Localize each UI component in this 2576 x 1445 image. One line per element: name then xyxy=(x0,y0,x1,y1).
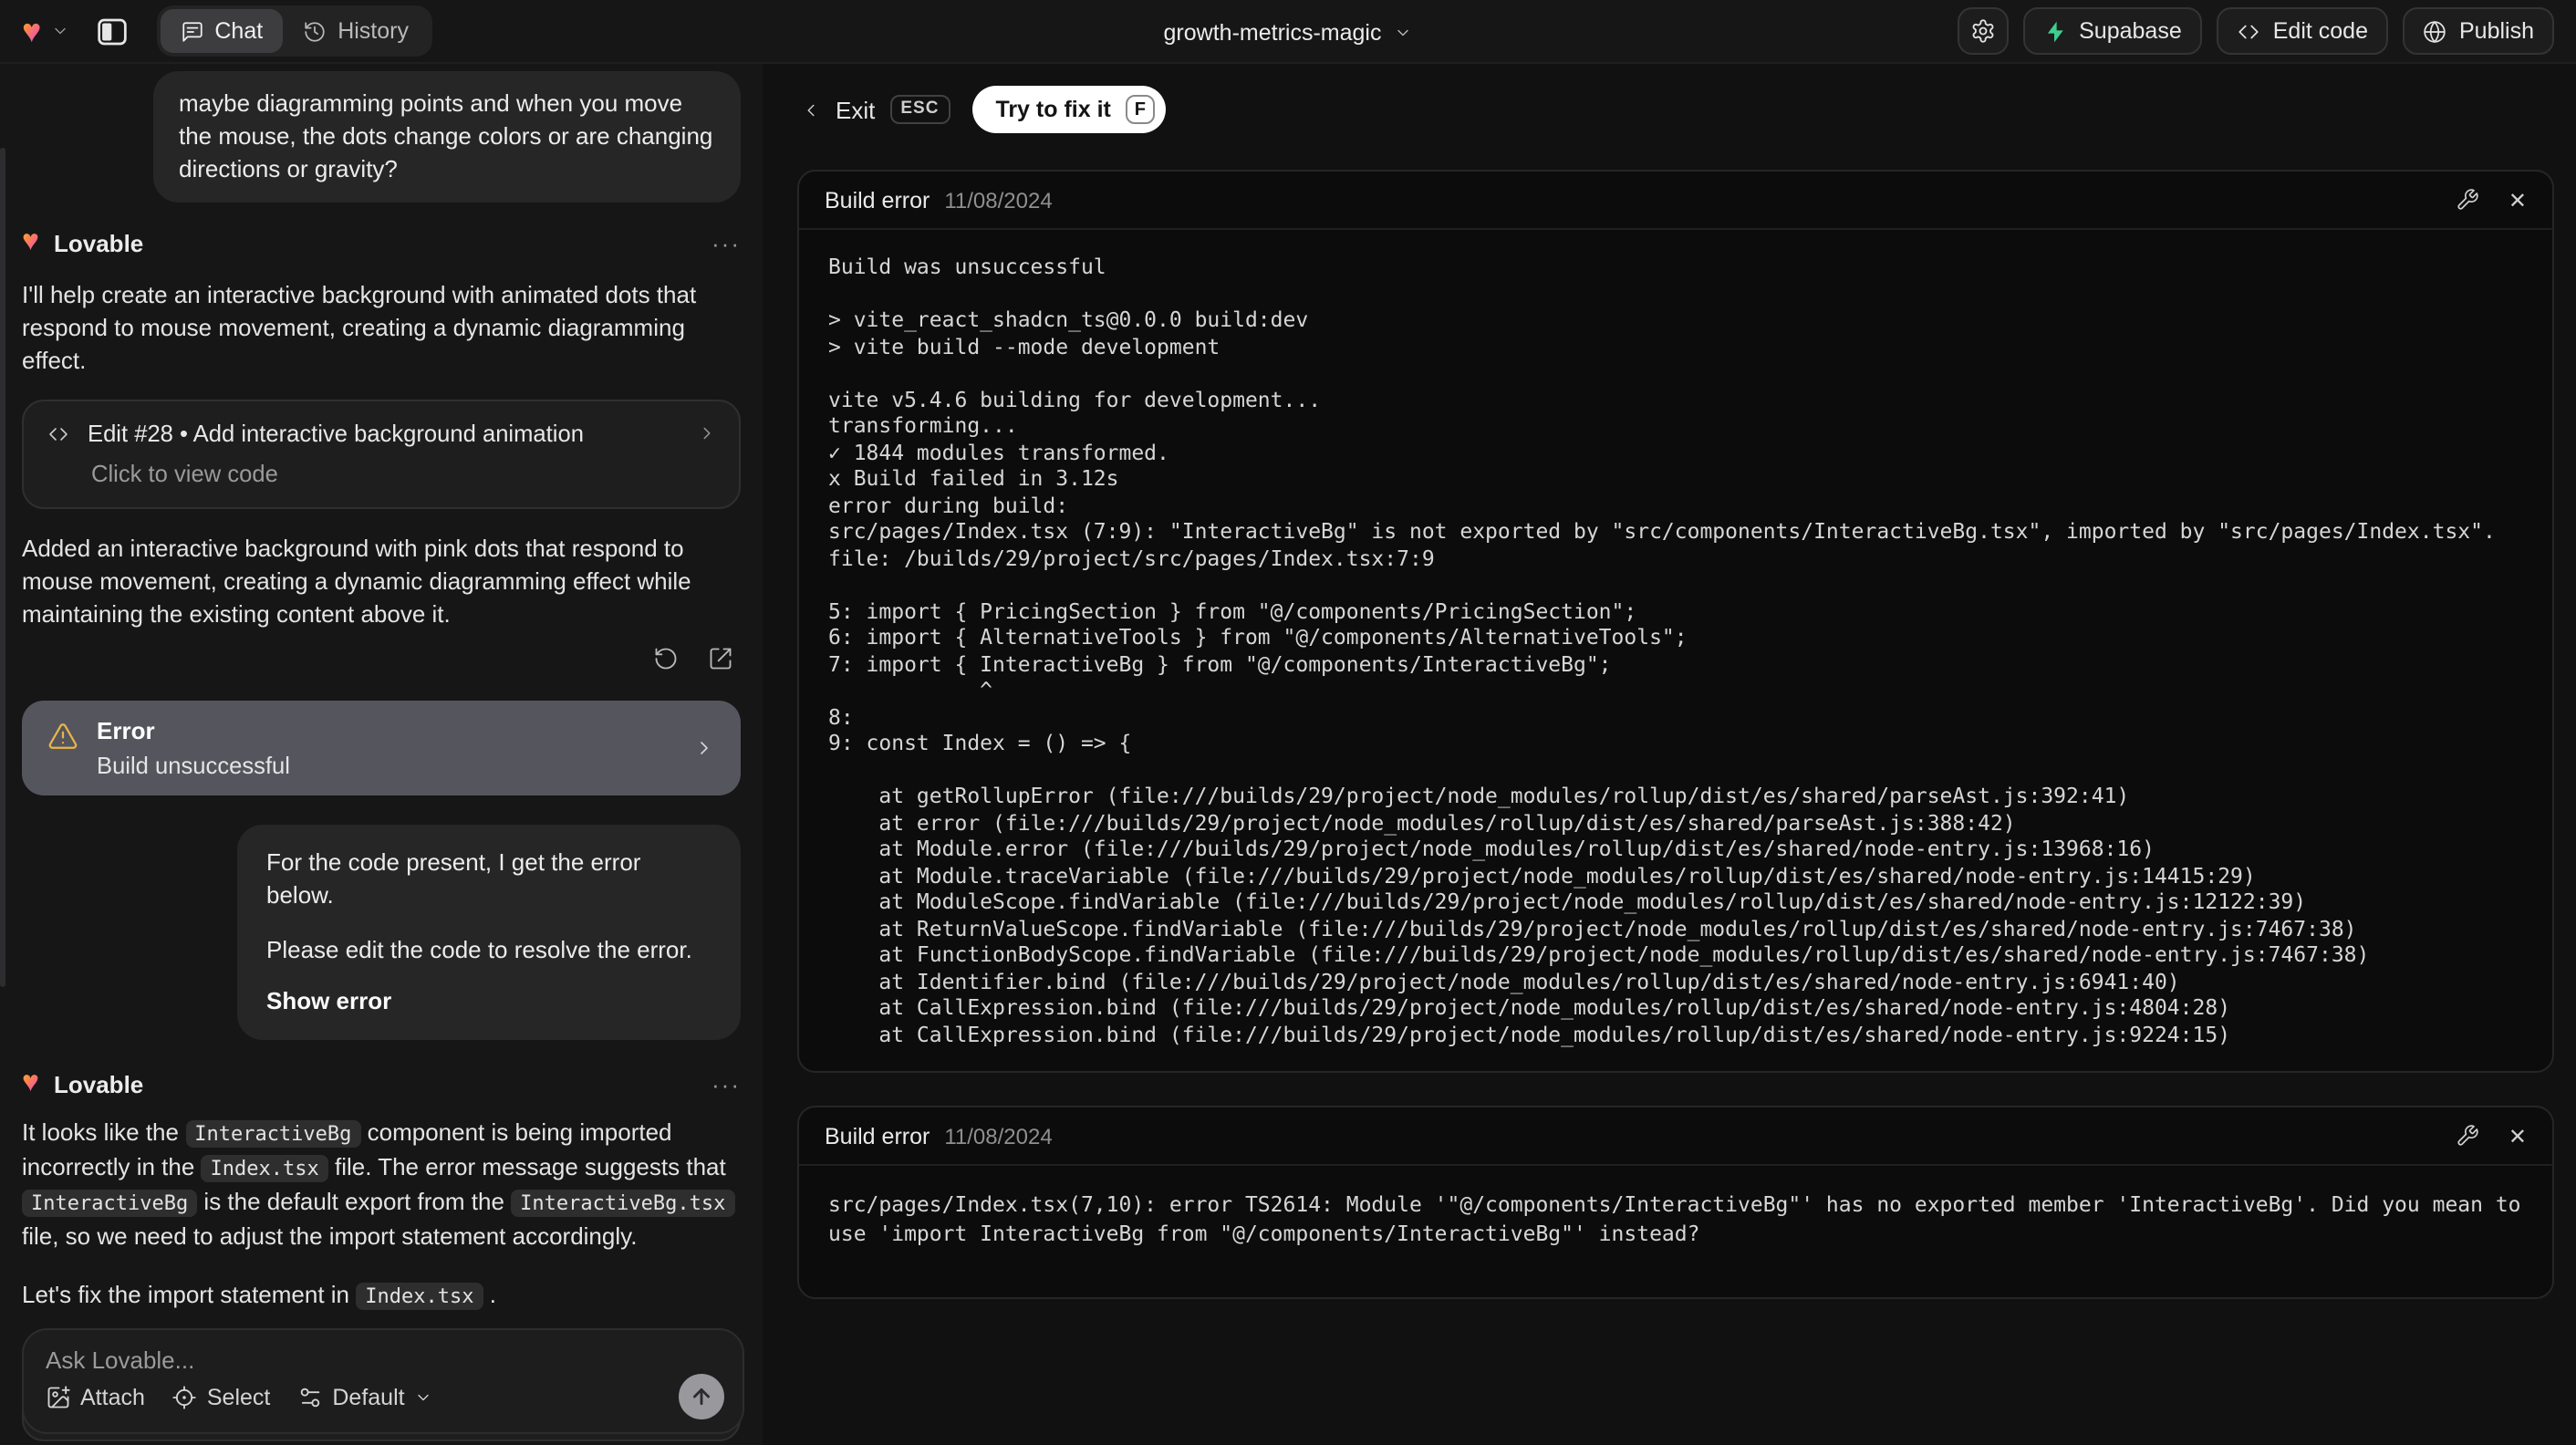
code-brackets-icon xyxy=(46,422,71,444)
chat-history-tabs: Chat History xyxy=(156,5,432,57)
message-menu-button[interactable]: ··· xyxy=(712,229,741,256)
chat-composer: Ask Lovable... Attach Select Default xyxy=(22,1328,744,1434)
chevron-down-icon xyxy=(414,1388,432,1406)
globe-icon xyxy=(2423,19,2446,43)
assistant-explanation-text: It looks like the InteractiveBg componen… xyxy=(22,1117,741,1253)
f-key-badge: F xyxy=(1125,95,1155,124)
composer-toolbar: Attach Select Default xyxy=(46,1374,724,1419)
panel-header: Build error 11/08/2024 ✕ xyxy=(799,1107,2552,1166)
edit-code-button[interactable]: Edit code xyxy=(2216,7,2388,55)
chevron-right-icon xyxy=(697,423,717,443)
assistant-fix-text: Let's fix the import statement in Index.… xyxy=(22,1281,496,1310)
edit-28-card[interactable]: Edit #28 • Add interactive background an… xyxy=(22,400,741,509)
chevron-right-icon xyxy=(693,737,715,759)
assistant-header: ♥ Lovable ··· xyxy=(22,1067,741,1098)
arrow-up-icon xyxy=(690,1385,713,1409)
publish-button[interactable]: Publish xyxy=(2403,7,2554,55)
build-error-panel-1: Build error 11/08/2024 ✕ Build was unsuc… xyxy=(797,170,2554,1073)
supabase-bolt-icon xyxy=(2042,19,2066,43)
tab-history[interactable]: History xyxy=(283,9,429,53)
sliders-icon xyxy=(297,1384,323,1409)
topbar: ♥ Chat History growth-metrics-magic Supa… xyxy=(0,0,2576,64)
user-message: For the code present, I get the error be… xyxy=(237,825,741,1040)
error-card-title: Error xyxy=(97,717,155,744)
history-clock-icon xyxy=(303,19,327,43)
image-plus-icon xyxy=(46,1384,71,1409)
esc-key-badge: ESC xyxy=(889,94,950,125)
build-log: src/pages/Index.tsx(7,10): error TS2614:… xyxy=(828,1191,2521,1246)
assistant-summary-text: Added an interactive background with pin… xyxy=(22,535,691,628)
edit-card-subtitle: Click to view code xyxy=(91,460,278,487)
lovable-avatar-heart-icon: ♥ xyxy=(22,226,39,257)
mode-default-dropdown[interactable]: Default xyxy=(297,1384,431,1409)
message-menu-button[interactable]: ··· xyxy=(712,1070,741,1097)
error-fix-bar: Exit ESC Try to fix it F xyxy=(797,84,2554,135)
close-icon[interactable]: ✕ xyxy=(2508,1123,2527,1149)
tab-chat[interactable]: Chat xyxy=(160,9,284,53)
sidebar-toggle-button[interactable] xyxy=(87,7,138,55)
panel-body: Build was unsuccessful > vite_react_shad… xyxy=(799,230,2552,1071)
build-log: Build was unsuccessful > vite_react_shad… xyxy=(828,254,2496,1046)
show-error-link[interactable]: Show error xyxy=(266,985,712,1018)
settings-button[interactable] xyxy=(1957,7,2009,55)
project-name[interactable]: growth-metrics-magic xyxy=(1164,19,1382,45)
panel-left-icon xyxy=(97,17,128,45)
topbar-actions: Supabase Edit code Publish xyxy=(1957,7,2554,55)
close-icon[interactable]: ✕ xyxy=(2508,187,2527,213)
attach-button[interactable]: Attach xyxy=(46,1384,145,1409)
project-chevron-down-icon[interactable] xyxy=(1394,23,1412,41)
message-actions xyxy=(22,646,741,671)
exit-button[interactable]: Exit ESC xyxy=(801,94,950,125)
logo-chevron-down-icon[interactable] xyxy=(50,22,68,40)
panel-title: Build error xyxy=(825,1123,930,1149)
user-message: maybe diagramming points and when you mo… xyxy=(153,71,741,203)
error-card-subtitle: Build unsuccessful xyxy=(97,752,290,779)
edit-card-title: Edit #28 • Add interactive background an… xyxy=(88,420,584,447)
try-to-fix-button[interactable]: Try to fix it F xyxy=(971,86,1166,133)
app-window: ♥ Chat History growth-metrics-magic Supa… xyxy=(0,0,2576,1445)
open-external-link-icon[interactable] xyxy=(708,646,733,671)
panel-title: Build error xyxy=(825,187,930,213)
lovable-avatar-heart-icon: ♥ xyxy=(22,1067,39,1098)
build-error-panel-2: Build error 11/08/2024 ✕ src/pages/Index… xyxy=(797,1106,2554,1299)
chat-bubble-icon xyxy=(180,19,203,43)
assistant-name: Lovable xyxy=(54,229,144,256)
warning-triangle-icon xyxy=(47,721,78,752)
fix-wrench-icon[interactable] xyxy=(2456,188,2479,212)
chat-input[interactable]: Ask Lovable... xyxy=(46,1346,721,1374)
panel-header: Build error 11/08/2024 ✕ xyxy=(799,172,2552,230)
restore-rotate-ccw-icon[interactable] xyxy=(653,646,679,671)
lovable-logo-heart-icon[interactable]: ♥ xyxy=(22,15,41,47)
panel-date: 11/08/2024 xyxy=(944,1123,1053,1149)
assistant-name: Lovable xyxy=(54,1070,144,1097)
select-element-button[interactable]: Select xyxy=(172,1384,270,1409)
gear-icon xyxy=(1969,18,1995,44)
panel-date: 11/08/2024 xyxy=(944,187,1053,213)
assistant-intro-text: I'll help create an interactive backgrou… xyxy=(22,281,697,374)
user-error-line1: For the code present, I get the error be… xyxy=(266,848,641,909)
code-brackets-icon xyxy=(2237,19,2260,43)
preview-panel: Exit ESC Try to fix it F Build error 11/… xyxy=(763,64,2576,1445)
build-error-card[interactable]: Error Build unsuccessful xyxy=(22,701,741,795)
fix-wrench-icon[interactable] xyxy=(2456,1124,2479,1148)
panel-body: src/pages/Index.tsx(7,10): error TS2614:… xyxy=(799,1166,2552,1297)
user-error-line2: Please edit the code to resolve the erro… xyxy=(266,936,692,963)
chat-scrollbar[interactable] xyxy=(0,148,5,987)
send-button[interactable] xyxy=(679,1374,724,1419)
target-crosshair-icon xyxy=(172,1384,198,1409)
supabase-button[interactable]: Supabase xyxy=(2022,7,2202,55)
chevron-left-icon xyxy=(801,99,821,120)
chat-panel: maybe diagramming points and when you mo… xyxy=(0,64,763,1445)
assistant-header: ♥ Lovable ··· xyxy=(22,226,741,257)
